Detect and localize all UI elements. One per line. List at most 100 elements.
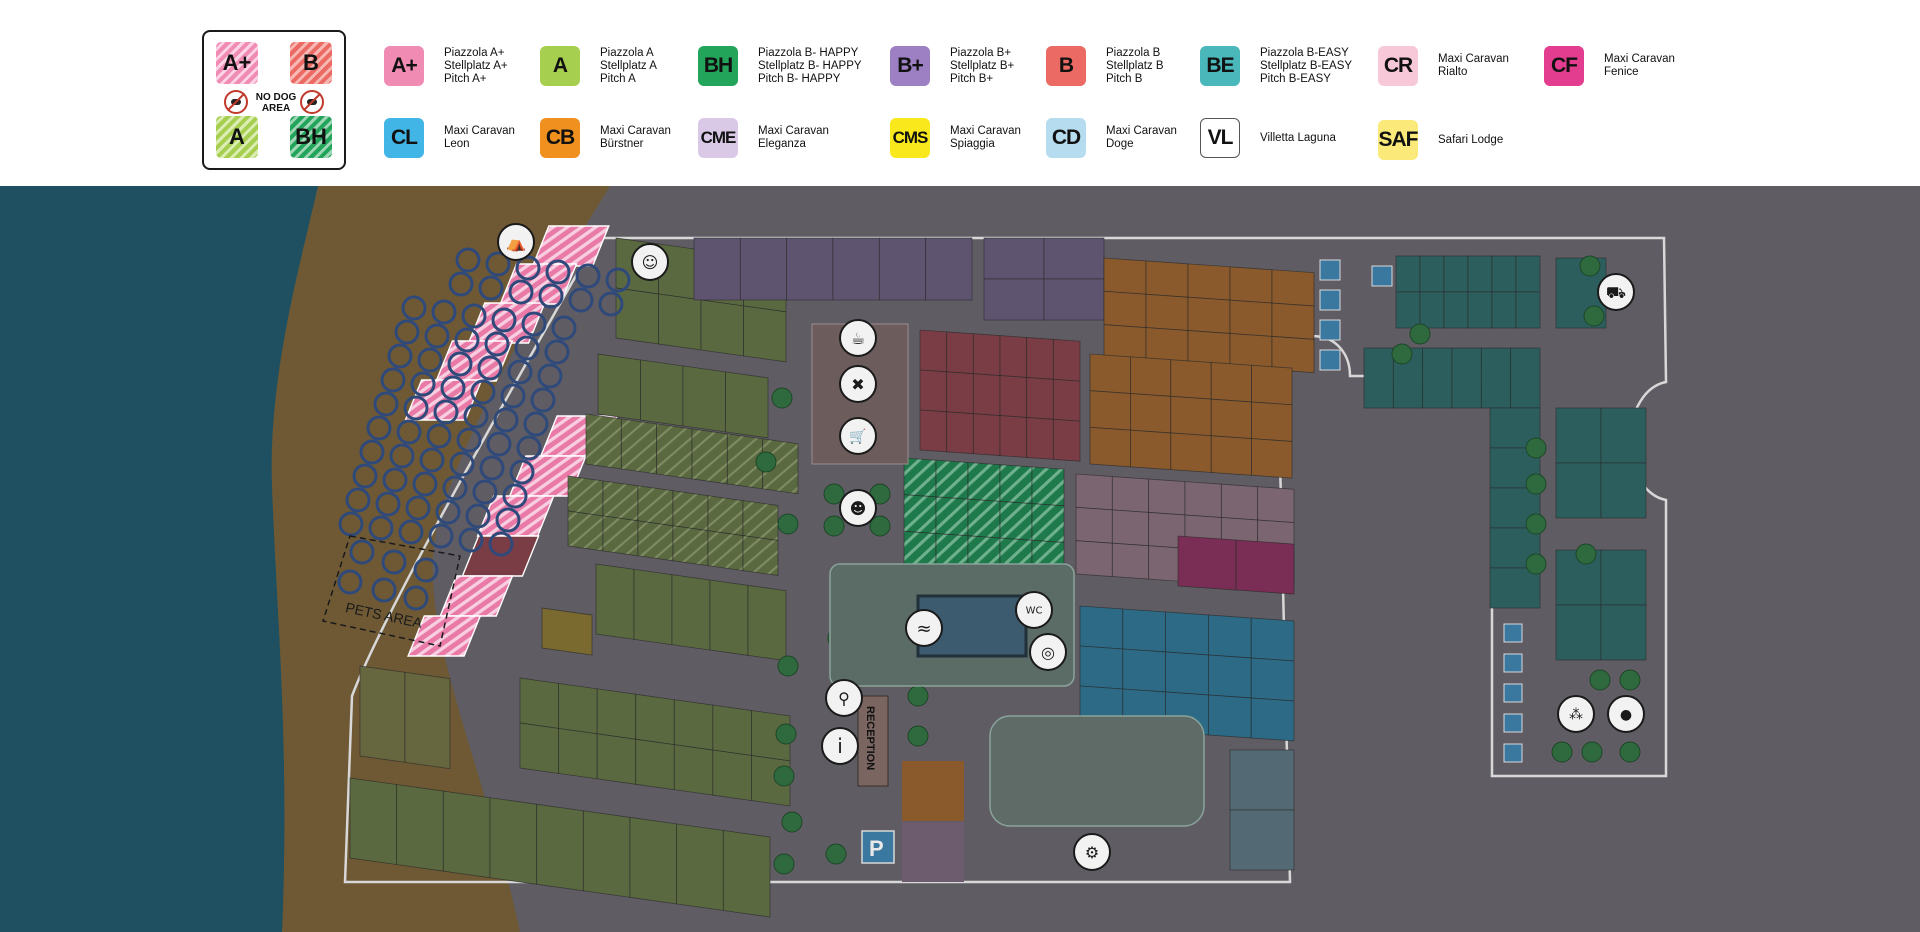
teal-a-pitch (1467, 255, 1493, 293)
parking-square (1371, 265, 1393, 287)
olive-e-pitch (489, 797, 538, 885)
tree-icon (1589, 669, 1611, 691)
tree-icon (907, 725, 929, 747)
blue-pitch (1207, 614, 1252, 659)
reception-annex (902, 761, 964, 821)
bh-pitch (935, 496, 969, 537)
mauve-pitch (1075, 506, 1113, 544)
legend-text: Maxi Caravan Doge (1106, 125, 1177, 151)
olive-hatched-b-pitch (602, 480, 639, 522)
mauve-pitch (1075, 473, 1113, 511)
legend-text: Maxi Caravan Bürstner (600, 125, 671, 151)
legend-line: Stellplatz B (1106, 59, 1164, 72)
mauve-pitch (1257, 486, 1295, 524)
olive-b-pitch (682, 365, 726, 433)
legend-text: Piazzola A Stellplatz A Pitch A (600, 47, 657, 86)
teal-a-pitch (1491, 255, 1517, 293)
ping-pong-icon-glyph: ● (1620, 707, 1632, 723)
magenta-pitch (1235, 539, 1295, 595)
orange-b-pitch (1251, 401, 1293, 442)
mauve-pitch (1111, 476, 1150, 513)
wc-icon-glyph: WC (1026, 606, 1043, 617)
olive-c-pitch (633, 568, 673, 646)
legend-badge: BH (698, 46, 738, 86)
no-dog-label-line2: AREA (261, 103, 291, 114)
teal-a-pitch (1395, 255, 1421, 293)
legend-line: Safari Lodge (1438, 133, 1504, 146)
olive-e-pitch (676, 823, 724, 911)
teal-b-block (1363, 347, 1541, 409)
no-dog-area-label: NO DOG AREA (244, 92, 308, 114)
red-pitch (919, 369, 948, 413)
legend-line: Piazzola B (1106, 46, 1161, 59)
teal-a-pitch (1419, 291, 1445, 329)
laundry-icon-glyph: ◎ (1041, 643, 1055, 662)
olive-d-pitch (596, 733, 637, 785)
blue-grey-pitch (1229, 749, 1295, 811)
purple-b-pitch (983, 278, 1045, 321)
red-pitch (999, 415, 1028, 458)
blue-pitch (1165, 651, 1209, 696)
olive-hatched-b-pitch (672, 490, 709, 532)
orange-b-pitch (1170, 359, 1212, 400)
orange-a-block (1103, 257, 1315, 374)
parking-square (1319, 289, 1341, 311)
purple-b-pitch (1043, 278, 1105, 321)
no-dog-area-box: A+ B A BH NO DOG AREA (202, 30, 346, 170)
restaurant-icon-glyph: ✖ (851, 375, 864, 394)
olive-e-pitch (629, 816, 678, 905)
legend-line: Eleganza (758, 138, 806, 150)
legend-badge: CME (698, 118, 738, 158)
orange-b-pitch (1251, 364, 1293, 406)
bh-pitch (1031, 503, 1065, 543)
olive-b-pitch (725, 371, 769, 439)
campsite-map: PETS AREA RECEPTION P ⛺ ☺ ☕ ✖ 🛒 ☻ ≈ WC ◎ ⚲ i ⚙ ⛟ ⁂ ● (0, 186, 1920, 932)
tree-icon (1525, 553, 1547, 575)
legend-text: Piazzola B Stellplatz B Pitch B (1106, 47, 1164, 86)
magenta-pitch (1177, 535, 1237, 591)
teal-b-pitch (1480, 347, 1512, 409)
magenta-block (1177, 535, 1295, 595)
blue-pitch (1079, 645, 1124, 690)
bh-pitch (935, 459, 969, 500)
lodge-area (989, 715, 1205, 827)
olive-d-pitch (712, 749, 752, 801)
no-dog-tile-bh: BH (290, 116, 332, 158)
orange-a-pitch (1187, 296, 1231, 334)
olive-e-pitch (349, 777, 398, 866)
olive-d-pitch (558, 682, 598, 735)
olive-a-pitch (700, 299, 744, 357)
tree-icon (1409, 323, 1431, 345)
orange-b-pitch (1210, 435, 1252, 476)
olive-b-pitch (597, 353, 641, 421)
orange-b-pitch (1210, 362, 1252, 403)
teal-e-pitch (1600, 549, 1647, 606)
tree-icon (755, 451, 777, 473)
parking-square (1319, 319, 1341, 341)
olive-c-pitch (671, 574, 711, 651)
legend-line: Pitch B- HAPPY (758, 72, 841, 85)
bh-block (903, 457, 1065, 580)
olive-d-pitch (673, 699, 714, 751)
olive-hatched-b-pitch (567, 510, 604, 552)
purple-a-pitch (878, 237, 927, 301)
shop-icon-glyph: 🛒 (849, 428, 866, 445)
olive-a-pitch (743, 305, 787, 363)
tree-icon (1525, 513, 1547, 535)
bh-pitch (903, 494, 937, 534)
legend-text: Piazzola B-EASY Stellplatz B-EASY Pitch … (1260, 47, 1352, 86)
red-pitch (999, 335, 1028, 378)
orange-b-block (1089, 353, 1293, 479)
legend-line: Rialto (1438, 66, 1468, 78)
campsite-map-svg: PETS AREA RECEPTION P ⛺☺☕✖🛒☻≈WC◎⚲i⚙⛟⁂ ● (0, 186, 1920, 932)
legend-line: Maxi Caravan (1106, 125, 1177, 137)
sea-area (0, 186, 318, 932)
olive-a-pitch (658, 293, 702, 351)
olive-hatched-a-pitch (585, 413, 622, 470)
legend-badge: B (1046, 46, 1086, 86)
legend-text: Maxi Caravan Eleganza (758, 125, 829, 151)
no-dog-label-line1: NO DOG (255, 92, 297, 103)
parking-square (1503, 653, 1523, 673)
legend-line: Piazzola A+ (444, 46, 505, 59)
legend-line: Piazzola B+ (950, 46, 1012, 59)
